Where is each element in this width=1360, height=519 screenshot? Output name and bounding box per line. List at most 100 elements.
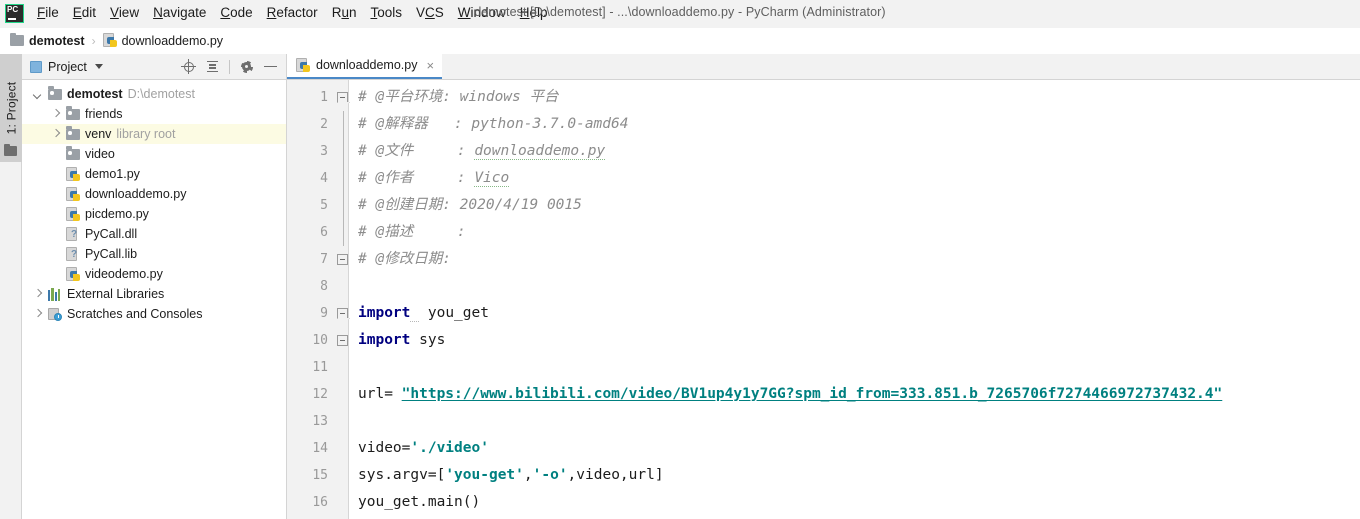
line-number: 13 xyxy=(312,414,328,429)
code-line: # @创建日期: 2020/4/19 0015 xyxy=(358,192,1360,219)
tab-downloaddemo-py[interactable]: downloaddemo.py × xyxy=(287,53,443,79)
menu-mnemonic: F xyxy=(37,5,46,20)
menu-bar: PC File Edit View Navigate Code Refactor Run To… xyxy=(0,0,1360,28)
menu-item-vcs[interactable]: VCS xyxy=(409,2,451,25)
line-number: 7 xyxy=(320,252,328,267)
line-number: 6 xyxy=(320,225,328,240)
menu-item-tools[interactable]: Tools xyxy=(363,2,409,25)
fold-slot xyxy=(335,489,348,516)
chevron-down-icon[interactable] xyxy=(32,89,43,100)
python-file-icon xyxy=(66,206,80,222)
python-file-icon xyxy=(296,57,310,73)
locate-icon[interactable] xyxy=(181,59,196,74)
breadcrumb-project[interactable]: demotest xyxy=(8,32,87,48)
menu-item-refactor[interactable]: Refactor xyxy=(260,2,325,25)
minimize-icon[interactable] xyxy=(263,59,278,74)
line-number: 10 xyxy=(312,333,328,348)
tree-row-label: Scratches and Consoles xyxy=(67,307,203,321)
fold-slot xyxy=(335,300,348,327)
tree-row-label: PyCall.lib xyxy=(85,247,138,261)
tree-row[interactable]: demotest D:\demotest xyxy=(22,84,286,104)
code-token: 'you-get' xyxy=(445,467,524,483)
fold-slot xyxy=(335,327,348,354)
tree-row[interactable]: venv library root xyxy=(22,124,286,144)
collapse-all-icon[interactable] xyxy=(205,59,220,74)
project-panel-title-group[interactable]: Project xyxy=(30,60,103,74)
menu-item-edit[interactable]: Edit xyxy=(66,2,103,25)
chevron-right-icon[interactable] xyxy=(50,129,61,140)
line-number-gutter: 1 2 3 4 5 6 7 8 9 10 11 12 13 14 15 16 xyxy=(287,80,335,519)
tree-row[interactable]: video xyxy=(22,144,286,164)
code-token: # @创建日期: 2020/4/19 0015 xyxy=(358,197,582,213)
menu-item-help[interactable]: Help xyxy=(513,2,555,25)
tree-row[interactable]: External Libraries xyxy=(22,284,286,304)
close-icon[interactable]: × xyxy=(426,59,434,72)
sidebar-tab-project[interactable]: 1: Project xyxy=(0,54,22,162)
code-token: # @文件 : xyxy=(358,143,475,159)
code-line: sys.argv=['you-get','-o',video,url] xyxy=(358,462,1360,489)
folder-icon xyxy=(66,106,80,120)
folder-icon xyxy=(66,146,80,160)
line-number: 11 xyxy=(312,360,328,375)
code-line: # @解释器 : python-3.7.0-amd64 xyxy=(358,111,1360,138)
chevron-right-icon[interactable] xyxy=(32,289,43,300)
code-token: , xyxy=(523,467,533,483)
fold-toggle-icon[interactable] xyxy=(337,92,348,103)
menu-item-file[interactable]: File xyxy=(30,2,66,25)
menu-item-view[interactable]: View xyxy=(103,2,146,25)
fold-slot xyxy=(335,381,348,408)
tree-row-label: video xyxy=(85,147,115,161)
breadcrumb-separator: › xyxy=(91,33,96,48)
fold-slot xyxy=(335,138,348,165)
tree-row[interactable]: ? PyCall.dll xyxy=(22,224,286,244)
code-token: import xyxy=(358,332,411,348)
menu-mnemonic: V xyxy=(110,5,119,20)
menu-items: File Edit View Navigate Code Refactor Run Tools… xyxy=(30,2,555,25)
tree-row[interactable]: Scratches and Consoles xyxy=(22,304,286,324)
fold-region-line xyxy=(342,192,344,219)
main-body: 1: Project Project demotest D:\demotest … xyxy=(0,53,1360,519)
code-token: # @解释器 : python-3.7.0-amd64 xyxy=(358,116,629,132)
fold-slot xyxy=(335,408,348,435)
tree-row-label: PyCall.dll xyxy=(85,227,138,241)
code-token: video= xyxy=(358,440,411,456)
code-editor[interactable]: # @平台环境: windows 平台 # @解释器 : python-3.7.0… xyxy=(349,80,1360,519)
project-panel: Project demotest D:\demotest friends venv li… xyxy=(22,54,287,519)
tree-row[interactable]: downloaddemo.py xyxy=(22,184,286,204)
breadcrumb-file[interactable]: downloaddemo.py xyxy=(101,33,225,48)
tree-row[interactable]: demo1.py xyxy=(22,164,286,184)
tree-row[interactable]: videodemo.py xyxy=(22,264,286,284)
tree-row-label: friends xyxy=(85,107,123,121)
code-line: # @文件 : downloaddemo.py xyxy=(358,138,1360,165)
tree-row[interactable]: picdemo.py xyxy=(22,204,286,224)
menu-item-window[interactable]: Window xyxy=(451,2,513,25)
menu-mnemonic: C xyxy=(425,5,435,20)
fold-toggle-icon[interactable] xyxy=(337,335,348,346)
python-file-icon xyxy=(66,166,80,182)
pycharm-logo-icon: PC xyxy=(5,4,24,23)
tree-row-label: picdemo.py xyxy=(85,207,149,221)
menu-item-run[interactable]: Run xyxy=(325,2,364,25)
chevron-right-icon[interactable] xyxy=(50,109,61,120)
unknown-file-icon: ? xyxy=(66,226,80,242)
editor-column: downloaddemo.py × 1 2 3 4 5 6 7 8 9 10 11 12 13 14 15 1… xyxy=(287,53,1360,519)
chevron-down-icon[interactable] xyxy=(94,64,103,69)
menu-item-navigate[interactable]: Navigate xyxy=(146,2,213,25)
fold-toggle-icon[interactable] xyxy=(337,254,348,265)
toolbar-divider xyxy=(229,59,230,74)
chevron-right-icon[interactable] xyxy=(32,309,43,320)
fold-toggle-icon[interactable] xyxy=(337,308,348,319)
menu-item-code[interactable]: Code xyxy=(213,2,259,25)
code-token: # @平台环境: windows 平台 xyxy=(358,89,559,105)
tree-row-label: demo1.py xyxy=(85,167,140,181)
breadcrumb-file-label: downloaddemo.py xyxy=(121,33,224,48)
code-token: Vico xyxy=(474,170,510,187)
code-token: you_get xyxy=(419,305,489,321)
tree-row[interactable]: friends xyxy=(22,104,286,124)
gear-icon[interactable] xyxy=(239,59,254,74)
tree-row[interactable]: ? PyCall.lib xyxy=(22,244,286,264)
code-line: video='./video' xyxy=(358,435,1360,462)
